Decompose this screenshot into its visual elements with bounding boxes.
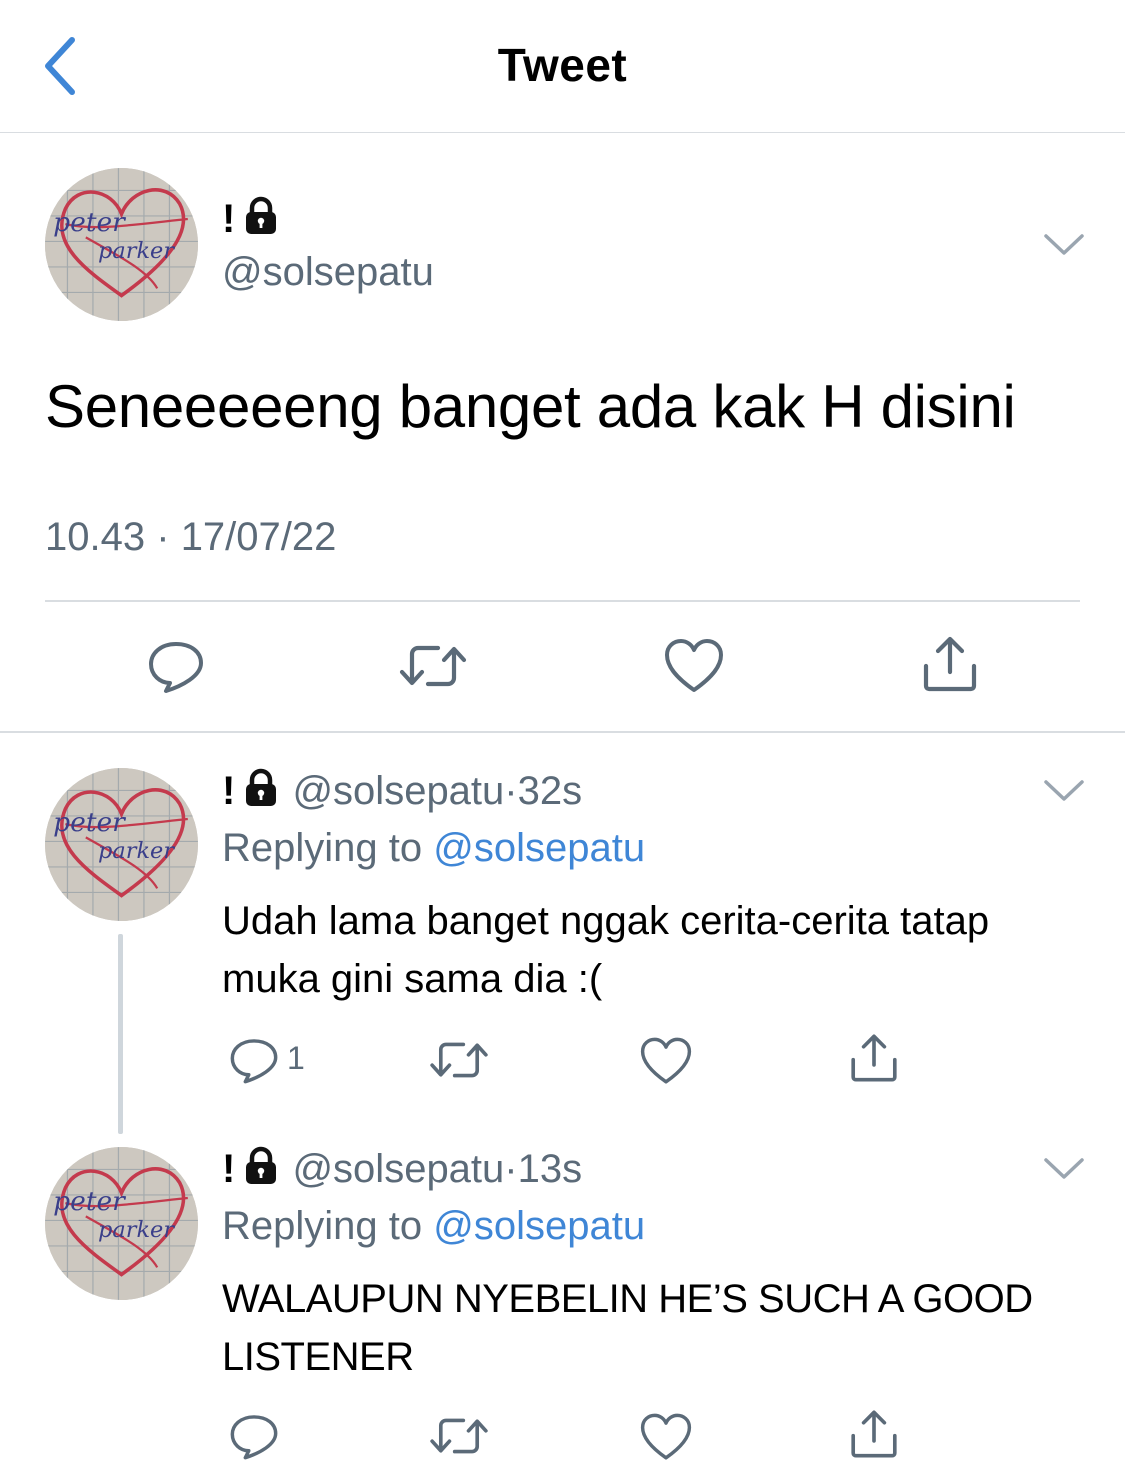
share-icon[interactable] xyxy=(848,1408,900,1465)
lock-icon xyxy=(241,1146,281,1196)
like-icon[interactable] xyxy=(640,1412,692,1467)
reply-text: WALAUPUN NYEBELIN HE’S SUCH A GOOD LISTE… xyxy=(222,1277,1033,1379)
chevron-down-icon[interactable] xyxy=(1042,230,1086,260)
lock-icon xyxy=(241,768,281,818)
share-icon[interactable] xyxy=(848,1032,900,1089)
tweet-timestamp: 10.43 · 17/07/22 xyxy=(45,515,336,560)
chevron-down-icon[interactable] xyxy=(1042,776,1086,806)
reply-text: Udah lama banget nggak cerita-cerita tat… xyxy=(222,899,990,1001)
meta-separator: · xyxy=(156,515,170,559)
divider xyxy=(45,600,1080,602)
like-icon[interactable] xyxy=(640,1036,692,1091)
meta-separator: · xyxy=(504,769,518,813)
like-icon[interactable] xyxy=(664,638,724,699)
user-handle[interactable]: @solsepatu xyxy=(292,769,504,813)
replying-label: Replying to xyxy=(222,826,423,870)
replying-to-line: Replying to @solsepatu xyxy=(222,826,645,871)
retweet-icon[interactable] xyxy=(428,1410,490,1467)
avatar[interactable] xyxy=(45,1147,198,1300)
chevron-down-icon[interactable] xyxy=(1042,1154,1086,1184)
replying-to-link[interactable]: @solsepatu xyxy=(433,1204,645,1248)
replying-to-link[interactable]: @solsepatu xyxy=(433,826,645,870)
replying-label: Replying to xyxy=(222,1204,423,1248)
display-name-text: ! xyxy=(222,197,236,241)
avatar[interactable] xyxy=(45,168,198,321)
display-name-text[interactable]: ! xyxy=(222,1147,235,1191)
lock-icon xyxy=(241,196,281,246)
user-handle[interactable]: @solsepatu xyxy=(222,250,434,295)
thread-connector xyxy=(118,934,123,1134)
tweet-text: Seneeeeeng banget ada kak H disini xyxy=(45,373,1016,440)
retweet-icon[interactable] xyxy=(398,636,468,701)
share-icon[interactable] xyxy=(920,634,980,699)
reply-icon[interactable] xyxy=(146,636,206,701)
user-handle[interactable]: @solsepatu xyxy=(292,1147,504,1191)
reply-header: ! @solsepatu·32s xyxy=(222,768,582,818)
top-nav-bar: Tweet xyxy=(0,0,1125,133)
tweet-time: 10.43 xyxy=(45,515,146,559)
reply-count: 1 xyxy=(287,1040,305,1076)
reply-time: 13s xyxy=(517,1147,583,1191)
avatar[interactable] xyxy=(45,768,198,921)
section-divider xyxy=(0,731,1125,733)
display-name[interactable]: ! xyxy=(222,196,281,246)
display-name-text[interactable]: ! xyxy=(222,769,235,813)
reply-icon[interactable] xyxy=(228,1034,280,1091)
retweet-icon[interactable] xyxy=(428,1034,490,1091)
tweet-date: 17/07/22 xyxy=(180,515,337,559)
reply-time: 32s xyxy=(517,769,583,813)
meta-separator: · xyxy=(504,1147,518,1191)
page-title: Tweet xyxy=(497,39,628,91)
reply-icon[interactable] xyxy=(228,1410,280,1467)
replying-to-line: Replying to @solsepatu xyxy=(222,1204,645,1249)
reply-header: ! @solsepatu·13s xyxy=(222,1146,582,1196)
